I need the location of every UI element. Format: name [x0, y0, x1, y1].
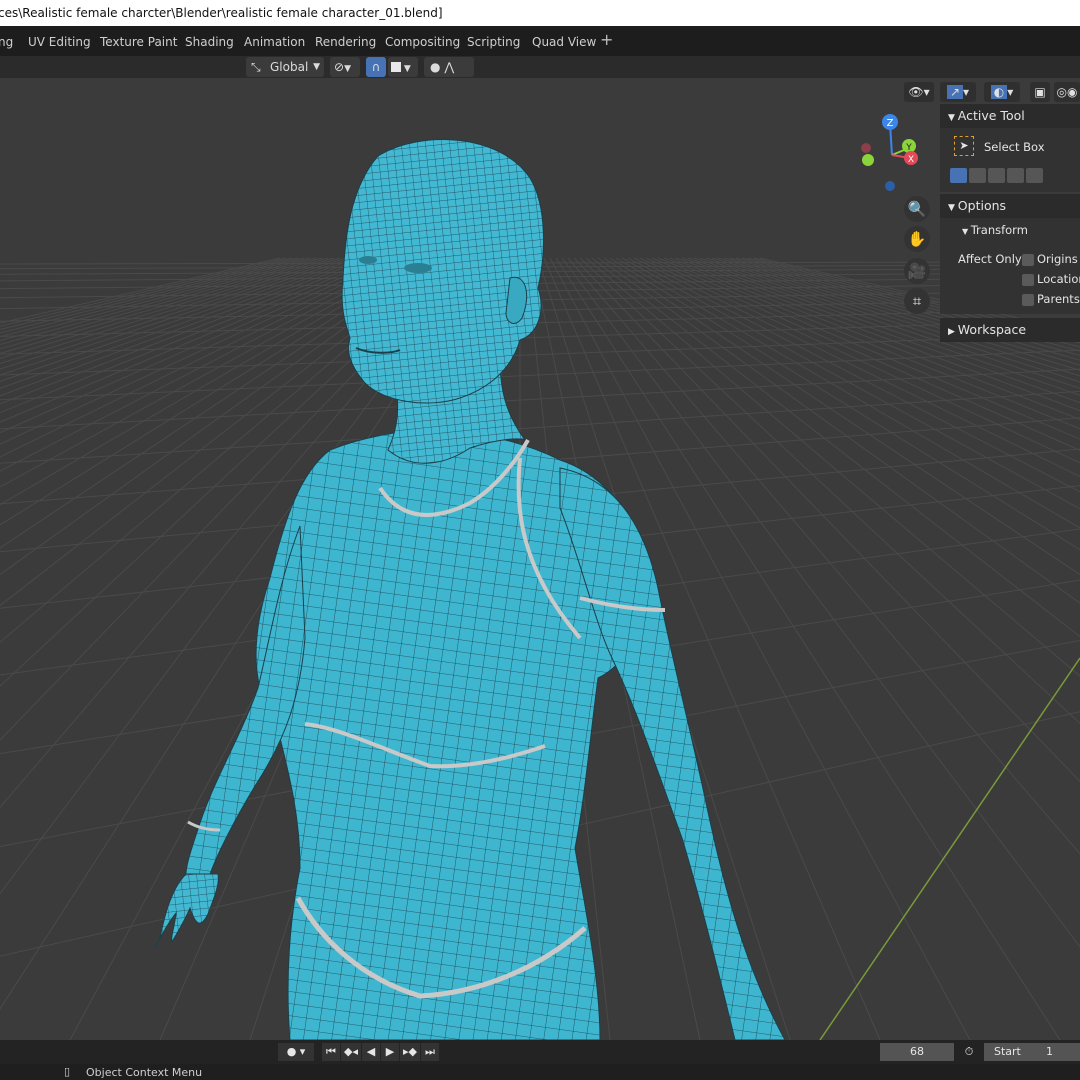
expand-icon: ▼ [962, 227, 971, 236]
mode-intersect-icon[interactable] [1026, 168, 1043, 183]
3d-viewport[interactable]: 👁▾ ↗ ▾ ◐ ▾ ▣ ◎◉ Z Y X 🔍 ✋ 🎥 ⌗ [0, 78, 1080, 1040]
workspace-header[interactable]: ▶ Workspace [940, 318, 1080, 342]
head-mesh [341, 139, 544, 404]
play-reverse-icon[interactable]: ◀ [362, 1043, 380, 1061]
tab-scripting[interactable]: Scripting [467, 33, 520, 51]
collapse-icon: ▶ [948, 327, 958, 337]
active-tool-title: Active Tool [957, 108, 1025, 123]
xray-icon[interactable]: ▣ [1030, 82, 1050, 102]
transform-orientation-dropdown[interactable]: ⤡ Global ▼ [246, 57, 324, 77]
hand-mesh [153, 873, 219, 949]
camera-icon[interactable]: 🎥 [904, 258, 930, 284]
pan-hand-icon[interactable]: ✋ [904, 226, 930, 252]
proportional-edit-icon: ● [430, 60, 441, 74]
timeline-bar: ● ▾ ⏮ ◆◂ ◀ ▶ ▸◆ ⏭ 68 ⏱ Start 1 [0, 1040, 1080, 1064]
snap-toggle[interactable]: ∩ [366, 57, 386, 77]
gizmo-z-label: Z [887, 118, 894, 129]
workspace-tab-bar: ng UV Editing Texture Paint Shading Anim… [0, 26, 1080, 56]
window-title: ces\Realistic female charcter\Blender\re… [0, 6, 443, 20]
parents-label: Parents [1037, 292, 1080, 306]
jump-end-icon[interactable]: ⏭ [421, 1043, 439, 1061]
tab-compositing[interactable]: Compositing [385, 33, 460, 51]
navigation-gizmo[interactable]: Z Y X [852, 110, 932, 200]
options-title: Options [957, 198, 1007, 213]
right-arm-mesh [559, 467, 786, 1040]
snap-target-dropdown[interactable]: ▼ [388, 57, 418, 77]
tab-quad-view[interactable]: Quad View [532, 33, 596, 51]
mouse-hint: Object Context Menu [86, 1066, 203, 1079]
current-frame-field[interactable]: 68 [880, 1043, 954, 1061]
location-label: Location [1037, 272, 1080, 286]
play-icon[interactable]: ▶ [381, 1043, 399, 1061]
expand-icon: ▼ [948, 113, 958, 123]
snap-target-icon [391, 62, 401, 72]
workspace-title: Workspace [957, 322, 1027, 337]
mode-extend-icon[interactable] [969, 168, 986, 183]
tool-name: Select Box [984, 140, 1045, 154]
falloff-icon: ⋀ [444, 60, 455, 74]
sidebar-panel: ▼ Active Tool ➤ Select Box ▼ Options ▼ T… [940, 104, 1080, 342]
transform-title: Transform [970, 223, 1028, 237]
pivot-dropdown[interactable]: ⊘▼ [330, 57, 360, 77]
magnet-icon: ∩ [371, 60, 381, 74]
eye-left [404, 263, 432, 273]
axis-icon: ⤡ [251, 60, 261, 74]
options-header[interactable]: ▼ Options [940, 194, 1080, 218]
active-tool-body: ➤ Select Box [940, 128, 1080, 192]
origins-label: Origins [1037, 252, 1078, 266]
tab-rendering[interactable]: Rendering [315, 33, 376, 51]
mode-subtract-icon[interactable] [988, 168, 1005, 183]
chevron-down-icon: ▼ [313, 62, 320, 72]
wireframe-shading-icon[interactable]: ◎◉ [1054, 82, 1080, 102]
origins-checkbox[interactable] [1022, 254, 1034, 266]
window-title-bar: ces\Realistic female charcter\Blender\re… [0, 0, 1080, 26]
tab-texture-paint[interactable]: Texture Paint [100, 33, 177, 51]
prev-keyframe-icon[interactable]: ◆◂ [341, 1043, 361, 1061]
options-body: ▼ Transform Affect Only Origins Location… [940, 218, 1080, 314]
expand-icon: ▼ [948, 203, 958, 213]
pivot-icon: ⊘ [334, 60, 345, 74]
jump-start-icon[interactable]: ⏮ [322, 1043, 340, 1061]
tab-modeling[interactable]: ng [0, 33, 13, 51]
orientation-value: Global [270, 60, 309, 74]
gizmo-neg-z[interactable] [885, 181, 895, 191]
eye-right [359, 256, 377, 264]
parents-checkbox[interactable] [1022, 294, 1034, 306]
transform-subheader[interactable]: ▼ Transform [962, 223, 1028, 237]
location-checkbox[interactable] [1022, 274, 1034, 286]
next-keyframe-icon[interactable]: ▸◆ [400, 1043, 420, 1061]
stopwatch-icon[interactable]: ⏱ [958, 1043, 980, 1061]
overlay-icon[interactable]: ◐ ▾ [984, 82, 1020, 102]
affect-only-label: Affect Only [958, 252, 1022, 266]
zoom-icon[interactable]: 🔍 [904, 196, 930, 222]
tab-uv-editing[interactable]: UV Editing [28, 33, 91, 51]
tab-shading[interactable]: Shading [185, 33, 234, 51]
grid-perspective-icon[interactable]: ⌗ [904, 288, 930, 314]
keyframe-record-icon[interactable]: ● ▾ [278, 1043, 314, 1061]
gizmo-icon[interactable]: ↗ ▾ [940, 82, 976, 102]
eye-icon[interactable]: 👁▾ [904, 82, 934, 102]
mouse-icon: ▯ [64, 1065, 71, 1078]
proportional-edit-toggle[interactable]: ● ⋀ [424, 57, 474, 77]
start-frame-field[interactable]: Start 1 [984, 1043, 1080, 1061]
mode-set-icon[interactable] [950, 168, 967, 183]
select-box-icon[interactable]: ➤ [954, 136, 974, 156]
tab-animation[interactable]: Animation [244, 33, 305, 51]
start-value: 1 [1046, 1045, 1053, 1058]
status-bar: ▯ Object Context Menu [0, 1064, 1080, 1080]
gizmo-x-label: X [908, 155, 914, 165]
female-character-mesh[interactable] [0, 78, 1080, 1040]
gizmo-neg-x[interactable] [861, 143, 871, 153]
mode-invert-icon[interactable] [1007, 168, 1024, 183]
add-workspace-button[interactable]: + [600, 31, 613, 49]
active-tool-header[interactable]: ▼ Active Tool [940, 104, 1080, 128]
viewport-toolbar: ⤡ Global ▼ ⊘▼ ∩ ▼ ● ⋀ [0, 56, 1080, 78]
gizmo-neg-y[interactable] [862, 154, 874, 166]
start-label: Start [994, 1045, 1021, 1058]
